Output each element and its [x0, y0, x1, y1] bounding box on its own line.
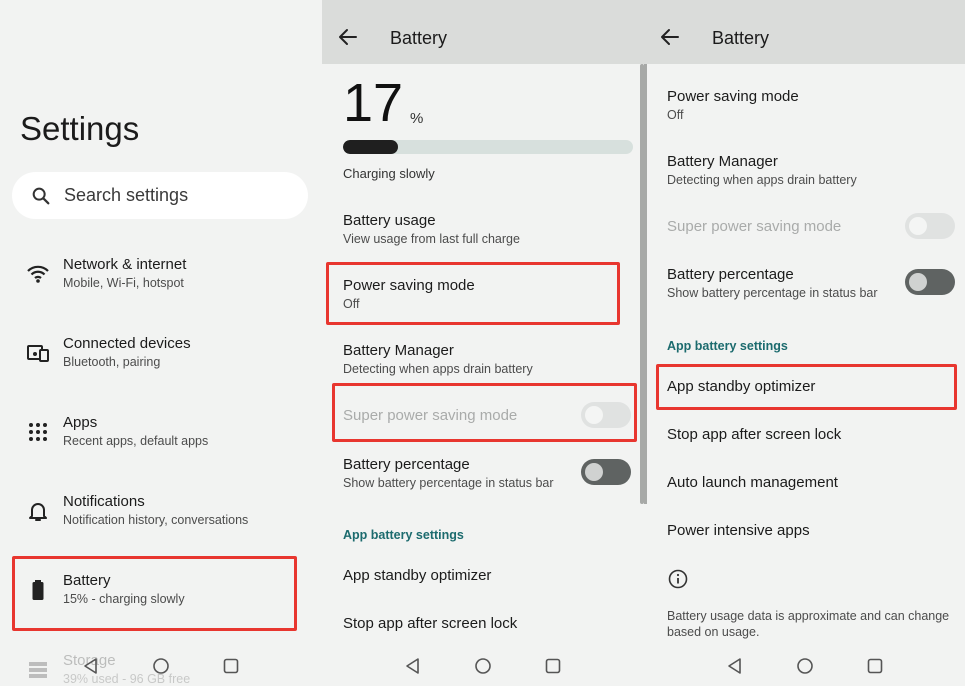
back-nav-icon[interactable]	[403, 656, 423, 676]
back-arrow-icon[interactable]	[338, 27, 358, 47]
battery-percent: 17	[343, 73, 404, 133]
wifi-icon	[27, 265, 49, 283]
section-header: App battery settings	[667, 339, 788, 353]
battery-usage-item[interactable]: Battery usage View usage from last full …	[343, 212, 520, 248]
app-bar: Battery	[322, 0, 644, 64]
search-icon	[32, 187, 50, 204]
item-subtitle: 15% - charging slowly	[63, 592, 185, 606]
navigation-bar	[322, 646, 644, 686]
home-nav-icon[interactable]	[473, 656, 493, 676]
super-power-saving-item: Super power saving mode	[343, 407, 517, 425]
item-title: Battery usage	[343, 212, 436, 229]
navigation-bar	[644, 646, 965, 686]
item-subtitle: Mobile, Wi-Fi, hotspot	[63, 276, 184, 290]
battery-level-bar	[343, 140, 633, 154]
charging-status: Charging slowly	[343, 166, 435, 181]
bell-icon	[29, 503, 47, 521]
search-placeholder: Search settings	[64, 185, 189, 205]
recents-nav-icon[interactable]	[543, 656, 563, 676]
settings-panel: Settings Search settings Network & inter…	[0, 0, 322, 686]
home-nav-icon[interactable]	[151, 656, 171, 676]
page-title: Settings	[20, 110, 140, 147]
battery-percentage-toggle[interactable]	[581, 459, 631, 485]
item-subtitle: Recent apps, default apps	[63, 434, 209, 448]
percent-sign: %	[410, 110, 424, 127]
settings-item-notifications[interactable]: Notifications Notification history, conv…	[0, 493, 322, 553]
item-subtitle: View usage from last full charge	[343, 232, 520, 246]
item-title: Super power saving mode	[667, 218, 842, 235]
item-subtitle: Off	[667, 108, 684, 122]
settings-item-battery[interactable]: Battery 15% - charging slowly	[0, 572, 322, 632]
settings-item-apps[interactable]: Apps Recent apps, default apps	[0, 414, 322, 474]
item-title: Notifications	[63, 493, 145, 510]
super-power-saving-toggle[interactable]	[581, 402, 631, 428]
item-subtitle: Bluetooth, pairing	[63, 355, 161, 369]
item-subtitle: Notification history, conversations	[63, 513, 249, 527]
back-arrow-icon[interactable]	[660, 27, 680, 47]
section-header: App battery settings	[343, 528, 464, 542]
item-subtitle: Detecting when apps drain battery	[667, 173, 857, 187]
power-intensive-apps-item[interactable]: Power intensive apps	[667, 522, 810, 540]
back-nav-icon[interactable]	[81, 656, 101, 676]
settings-item-network[interactable]: Network & internet Mobile, Wi-Fi, hotspo…	[0, 256, 322, 316]
app-bar-title: Battery	[390, 28, 448, 48]
super-power-saving-toggle[interactable]	[905, 213, 955, 239]
settings-item-connected-devices[interactable]: Connected devices Bluetooth, pairing	[0, 335, 322, 395]
battery-icon	[32, 580, 44, 600]
navigation-bar	[0, 646, 322, 686]
scrollbar[interactable]	[644, 64, 647, 504]
app-standby-optimizer-item[interactable]: App standby optimizer	[667, 378, 815, 396]
app-bar: Battery	[644, 0, 965, 64]
item-title: Battery percentage	[667, 266, 794, 283]
item-subtitle: Off	[343, 297, 360, 311]
power-saving-mode-item[interactable]: Power saving mode Off	[343, 277, 475, 313]
battery-panel-scrolled: Battery Power saving mode Off Battery Ma…	[644, 0, 965, 686]
auto-launch-management-item[interactable]: Auto launch management	[667, 474, 838, 492]
item-subtitle: Detecting when apps drain battery	[343, 362, 533, 376]
stop-app-after-screen-lock-item[interactable]: Stop app after screen lock	[667, 426, 841, 444]
battery-manager-item[interactable]: Battery Manager Detecting when apps drai…	[667, 153, 857, 189]
item-title: Battery percentage	[343, 456, 470, 473]
battery-percentage-item[interactable]: Battery percentage Show battery percenta…	[343, 456, 554, 492]
devices-icon	[27, 345, 49, 362]
recents-nav-icon[interactable]	[221, 656, 241, 676]
app-bar-title: Battery	[712, 28, 770, 48]
back-nav-icon[interactable]	[725, 656, 745, 676]
battery-manager-item[interactable]: Battery Manager Detecting when apps drai…	[343, 342, 533, 378]
item-title: Power saving mode	[343, 277, 475, 294]
battery-percentage-toggle[interactable]	[905, 269, 955, 295]
item-subtitle: Show battery percentage in status bar	[343, 476, 554, 490]
battery-level-fill	[343, 140, 399, 154]
apps-grid-icon	[29, 423, 47, 441]
battery-percentage-item[interactable]: Battery percentage Show battery percenta…	[667, 266, 878, 302]
item-title: Network & internet	[63, 256, 187, 273]
item-title: Battery Manager	[343, 342, 454, 359]
stop-app-after-screen-lock-item[interactable]: Stop app after screen lock	[343, 615, 517, 633]
item-title: Battery Manager	[667, 153, 778, 170]
search-bar[interactable]: Search settings	[12, 172, 308, 219]
super-power-saving-item: Super power saving mode	[667, 218, 841, 236]
info-icon	[668, 569, 688, 589]
home-nav-icon[interactable]	[795, 656, 815, 676]
power-saving-mode-item[interactable]: Power saving mode Off	[667, 88, 799, 124]
item-subtitle: Show battery percentage in status bar	[667, 286, 878, 300]
item-title: Power saving mode	[667, 88, 799, 105]
recents-nav-icon[interactable]	[865, 656, 885, 676]
app-standby-optimizer-item[interactable]: App standby optimizer	[343, 567, 491, 585]
item-title: Connected devices	[63, 335, 191, 352]
battery-footer-note: Battery usage data is approximate and ca…	[667, 609, 950, 639]
item-title: Battery	[63, 572, 111, 589]
item-title: Apps	[63, 414, 98, 431]
item-title: Super power saving mode	[343, 407, 518, 424]
battery-panel: Battery 17 % Charging slowly Battery usa…	[322, 0, 644, 686]
